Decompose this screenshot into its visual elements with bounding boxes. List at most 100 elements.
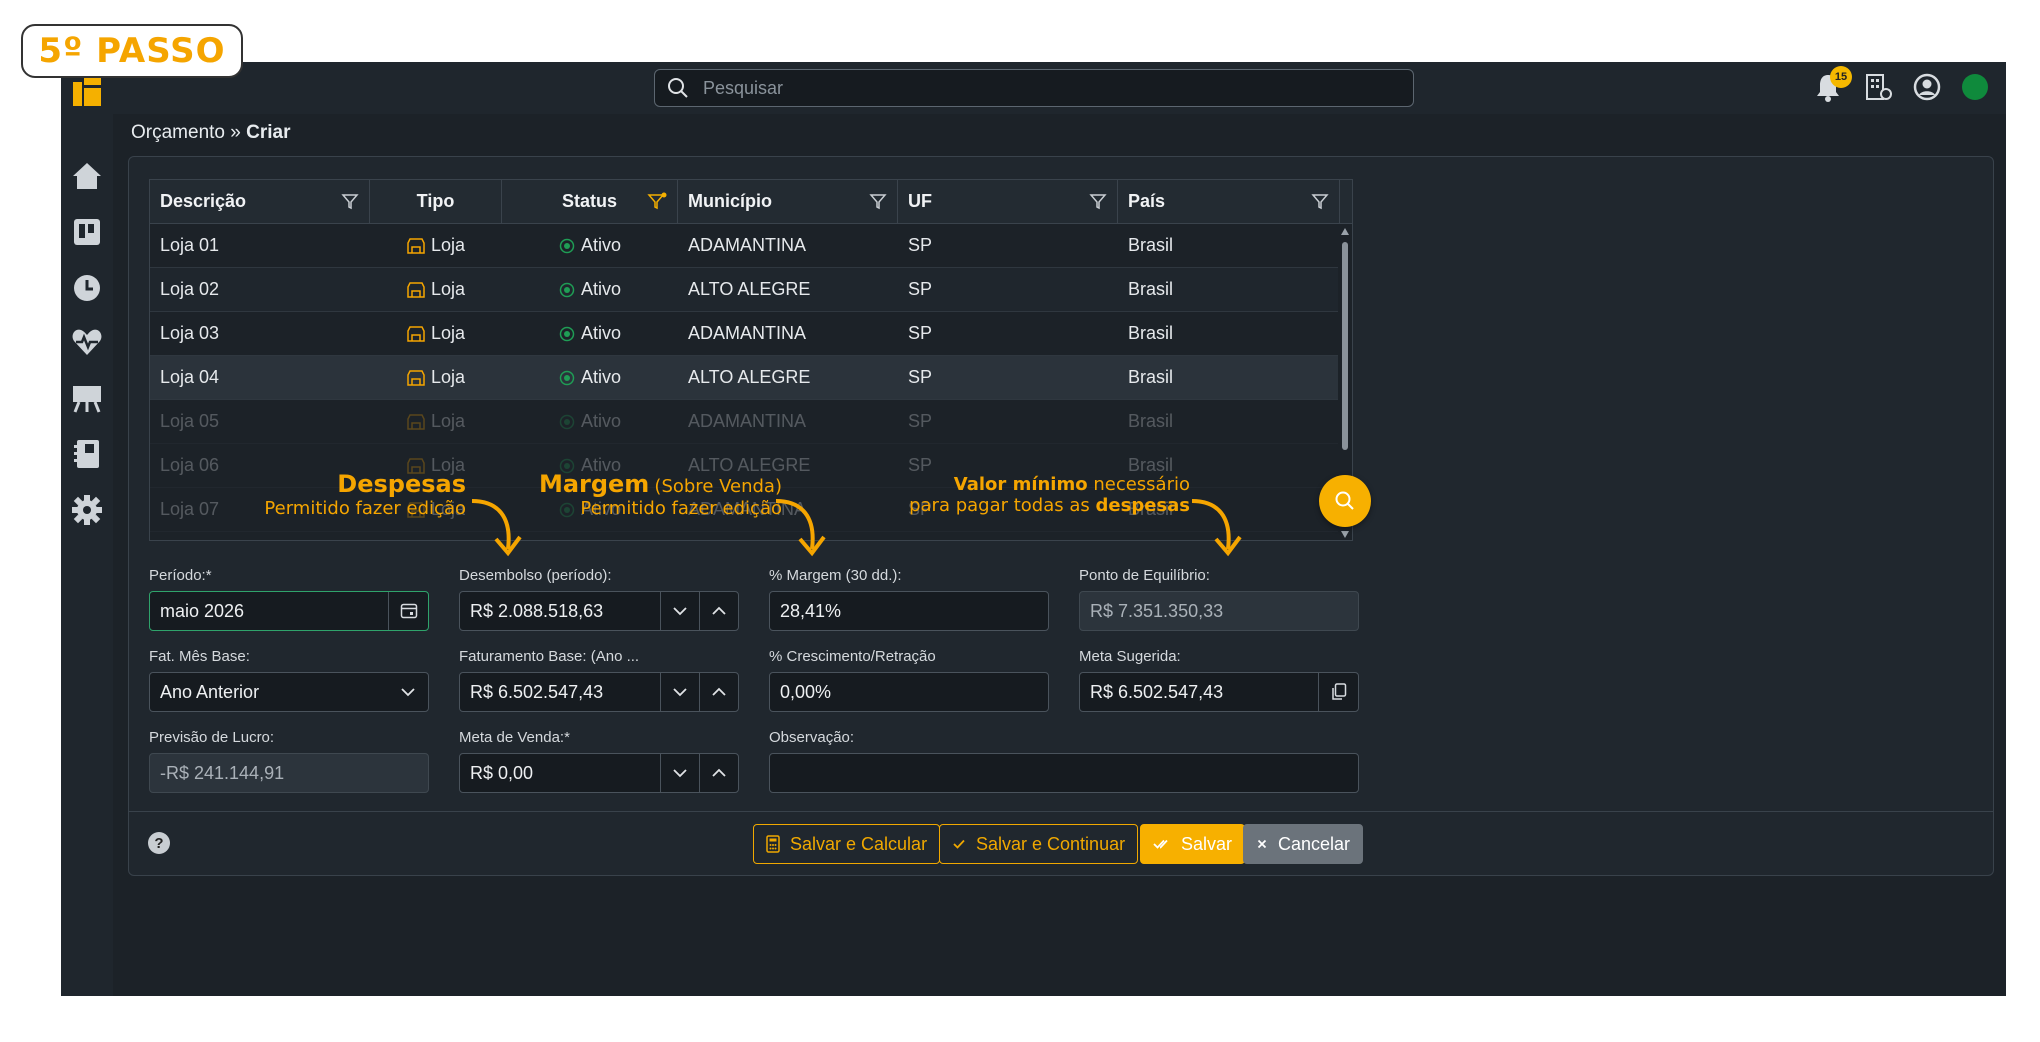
decrement-button[interactable] <box>660 592 699 630</box>
column-header-tipo[interactable]: Tipo <box>370 180 502 223</box>
double-check-icon <box>1153 839 1168 849</box>
sidebar <box>61 114 113 996</box>
calendar-icon <box>400 603 417 619</box>
home-icon[interactable] <box>71 160 103 192</box>
notification-count-badge: 15 <box>1830 66 1852 88</box>
cell-municipio: ADAMANTINA <box>688 235 807 255</box>
column-header-pais[interactable]: País <box>1118 180 1340 223</box>
screenshot-root: 5º PASSO 15 <box>0 0 2040 1042</box>
help-button[interactable]: ? <box>148 832 170 854</box>
desembolso-field[interactable]: R$ 2.088.518,63 <box>459 591 739 631</box>
table-row[interactable]: Loja 01 Loja Ativo ADAMANTINA SP Brasil <box>150 224 1352 268</box>
status-active-icon <box>559 282 575 297</box>
faturamento-base-label: Faturamento Base: (Ano ... <box>459 648 640 665</box>
search-input[interactable] <box>703 77 1383 99</box>
app-logo[interactable] <box>73 76 101 106</box>
search-box[interactable] <box>654 69 1414 107</box>
increment-button[interactable] <box>699 754 738 792</box>
app-window: 15 Orçamento » Criar Descrição <box>61 62 2006 996</box>
cell-descricao: Loja 05 <box>160 411 220 431</box>
calendar-button[interactable] <box>388 592 428 630</box>
notebook-icon[interactable] <box>71 438 103 470</box>
column-header-uf[interactable]: UF <box>898 180 1118 223</box>
cell-tipo: Loja <box>370 279 502 300</box>
crescimento-value: 0,00% <box>780 681 832 702</box>
previsao-lucro-value: -R$ 241.144,91 <box>160 762 285 783</box>
column-title: País <box>1128 191 1166 211</box>
filter-active-icon[interactable] <box>647 192 667 210</box>
status-active-icon <box>559 414 575 429</box>
desembolso-value: R$ 2.088.518,63 <box>470 600 604 621</box>
meta-venda-field[interactable]: R$ 0,00 <box>459 753 739 793</box>
cell-municipio: ALTO ALEGRE <box>688 367 811 387</box>
cell-pais: Brasil <box>1128 235 1174 255</box>
calculator-icon <box>766 835 780 853</box>
board-icon[interactable] <box>71 216 103 248</box>
breadcrumb-separator: » <box>230 122 241 143</box>
column-header-municipio[interactable]: Município <box>678 180 898 223</box>
health-heart-icon[interactable] <box>71 326 103 358</box>
presentation-icon[interactable] <box>71 382 103 414</box>
cell-tipo: Loja <box>370 235 502 256</box>
cell-status: Ativo <box>502 235 678 256</box>
save-button[interactable]: Salvar <box>1140 824 1246 864</box>
button-label: Salvar <box>1181 833 1233 854</box>
observacao-field[interactable] <box>769 753 1359 793</box>
store-icon <box>407 413 425 430</box>
increment-button[interactable] <box>699 592 738 630</box>
dropdown-toggle[interactable] <box>388 687 428 697</box>
cell-descricao: Loja 04 <box>160 367 220 387</box>
scroll-down-arrow[interactable] <box>1341 531 1349 538</box>
settings-gear-icon[interactable] <box>71 494 103 526</box>
cancel-button[interactable]: Cancelar <box>1243 824 1364 864</box>
periodo-field[interactable]: maio 2026 <box>149 591 429 631</box>
cell-uf: SP <box>908 411 933 431</box>
button-label: Salvar e Calcular <box>790 833 928 854</box>
user-profile-icon[interactable] <box>1912 72 1942 102</box>
cell-descricao: Loja 01 <box>160 235 220 255</box>
increment-button[interactable] <box>699 673 738 711</box>
ponto-equilibrio-label: Ponto de Equilíbrio: <box>1079 567 1210 584</box>
cell-municipio: ALTO ALEGRE <box>688 279 811 299</box>
crescimento-field[interactable]: 0,00% <box>769 672 1049 712</box>
filter-icon[interactable] <box>1089 192 1107 210</box>
check-icon <box>953 839 965 849</box>
cell-pais: Brasil <box>1128 279 1174 299</box>
search-fab-button[interactable] <box>1319 475 1371 527</box>
decrement-button[interactable] <box>660 754 699 792</box>
step-badge: 5º PASSO <box>21 24 243 78</box>
annotation-margem: Margem (Sobre Venda) Permitido fazer edi… <box>526 470 782 519</box>
save-and-continue-button[interactable]: Salvar e Continuar <box>939 824 1139 864</box>
scroll-thumb[interactable] <box>1342 242 1348 450</box>
column-header-descricao[interactable]: Descrição <box>150 180 370 223</box>
margem-field[interactable]: 28,41% <box>769 591 1049 631</box>
copy-button[interactable] <box>1318 673 1358 711</box>
table-row[interactable]: Loja 03 Loja Ativo ADAMANTINA SP Brasil <box>150 312 1352 356</box>
fat-mes-base-label: Fat. Mês Base: <box>149 648 250 665</box>
save-and-calculate-button[interactable]: Salvar e Calcular <box>753 824 941 864</box>
store-icon <box>407 281 425 298</box>
cell-status: Ativo <box>502 367 678 388</box>
margem-label: % Margem (30 dd.): <box>769 567 902 584</box>
table-row[interactable]: Loja 02 Loja Ativo ALTO ALEGRE SP Brasil <box>150 268 1352 312</box>
breadcrumb-current: Criar <box>246 122 291 143</box>
table-row[interactable]: Loja 04 Loja Ativo ALTO ALEGRE SP Brasil <box>150 356 1352 400</box>
breadcrumb-parent[interactable]: Orçamento <box>131 122 225 143</box>
faturamento-base-field[interactable]: R$ 6.502.547,43 <box>459 672 739 712</box>
clock-icon[interactable] <box>71 272 103 304</box>
decrement-button[interactable] <box>660 673 699 711</box>
building-settings-icon[interactable] <box>1864 72 1892 102</box>
cell-status: Ativo <box>502 411 678 432</box>
column-title: Descrição <box>160 191 247 211</box>
filter-icon[interactable] <box>1311 192 1329 210</box>
meta-sugerida-field[interactable]: R$ 6.502.547,43 <box>1079 672 1359 712</box>
scroll-up-arrow[interactable] <box>1341 228 1349 235</box>
previsao-lucro-field: -R$ 241.144,91 <box>149 753 429 793</box>
table-row[interactable]: Loja 05 Loja Ativo ADAMANTINA SP Brasil <box>150 400 1352 444</box>
notifications-button[interactable]: 15 <box>1814 66 1852 102</box>
online-status-dot <box>1962 74 1988 100</box>
fat-mes-base-select[interactable]: Ano Anterior <box>149 672 429 712</box>
column-header-status[interactable]: Status <box>502 180 678 223</box>
filter-icon[interactable] <box>341 192 359 210</box>
filter-icon[interactable] <box>869 192 887 210</box>
